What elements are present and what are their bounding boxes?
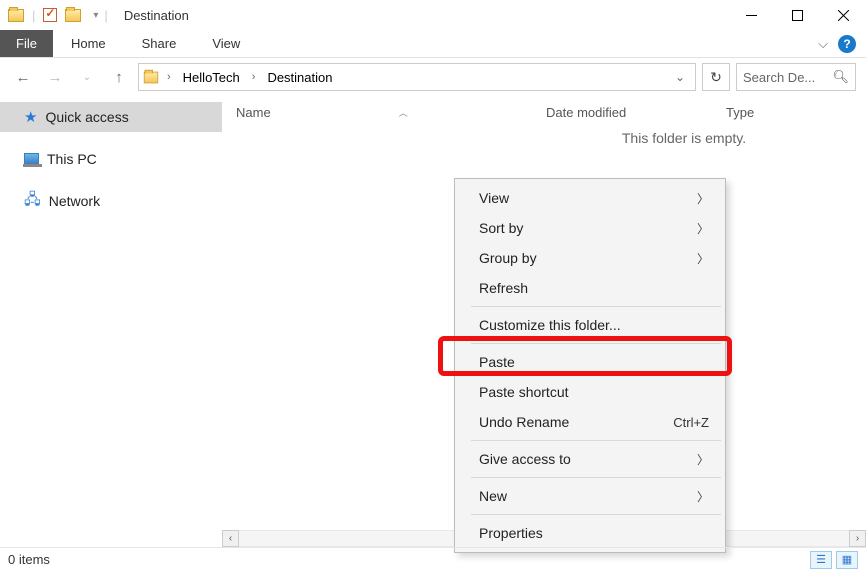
menu-item-properties[interactable]: Properties xyxy=(457,518,723,548)
sidebar-item-label: This PC xyxy=(47,151,97,167)
menu-item-sort-by[interactable]: Sort by 〉 xyxy=(457,213,723,243)
window-title: Destination xyxy=(124,8,189,23)
sidebar-item-label: Network xyxy=(49,193,100,209)
quick-access-toolbar: | ▾ xyxy=(8,8,98,23)
menu-label: Paste xyxy=(479,354,515,370)
menu-separator xyxy=(471,306,721,307)
search-placeholder: Search De... xyxy=(743,70,815,85)
submenu-arrow-icon: 〉 xyxy=(697,190,709,207)
breadcrumb[interactable]: Destination xyxy=(263,70,336,85)
help-icon[interactable]: ? xyxy=(838,35,856,53)
column-header-name[interactable]: Name ︿ xyxy=(236,105,546,120)
title-bar: | ▾ | Destination xyxy=(0,0,866,30)
qat-dropdown-icon[interactable]: ▾ xyxy=(93,10,98,21)
view-switcher: ☰ ▦ xyxy=(810,551,858,569)
ribbon: File Home Share View ⌵ ? xyxy=(0,30,866,58)
sidebar-item-label: Quick access xyxy=(45,109,128,125)
menu-item-group-by[interactable]: Group by 〉 xyxy=(457,243,723,273)
menu-item-new[interactable]: New 〉 xyxy=(457,481,723,511)
address-bar[interactable]: › HelloTech › Destination ⌄ xyxy=(138,63,696,91)
recent-locations-icon[interactable]: ⌄ xyxy=(74,64,100,90)
menu-label: Undo Rename xyxy=(479,414,569,430)
item-count: 0 items xyxy=(8,552,50,567)
menu-label: Paste shortcut xyxy=(479,384,569,400)
sidebar-item-network[interactable]: 🖧 Network xyxy=(0,186,222,216)
close-button[interactable] xyxy=(820,0,866,30)
divider: | xyxy=(104,8,107,23)
menu-separator xyxy=(471,514,721,515)
search-icon: 🔍︎ xyxy=(832,69,849,85)
breadcrumb[interactable]: HelloTech xyxy=(179,70,244,85)
ribbon-collapse-icon[interactable]: ⌵ xyxy=(818,36,828,52)
main-area: ★ Quick access This PC 🖧 Network Name ︿ … xyxy=(0,96,866,547)
status-bar: 0 items ☰ ▦ xyxy=(0,547,866,571)
menu-item-give-access[interactable]: Give access to 〉 xyxy=(457,444,723,474)
empty-folder-message: This folder is empty. xyxy=(222,128,866,146)
sidebar: ★ Quick access This PC 🖧 Network xyxy=(0,96,222,547)
menu-item-undo-rename[interactable]: Undo Rename Ctrl+Z xyxy=(457,407,723,437)
thumbnails-view-button[interactable]: ▦ xyxy=(836,551,858,569)
column-header-type[interactable]: Type xyxy=(726,105,806,120)
menu-separator xyxy=(471,343,721,344)
column-label: Name xyxy=(236,105,271,120)
folder-icon[interactable] xyxy=(8,9,24,22)
menu-item-view[interactable]: View 〉 xyxy=(457,183,723,213)
navigation-bar: ← → ⌄ ↑ › HelloTech › Destination ⌄ ↻ Se… xyxy=(0,58,866,96)
menu-label: Properties xyxy=(479,525,543,541)
scroll-right-icon[interactable]: › xyxy=(849,530,866,547)
menu-label: Refresh xyxy=(479,280,528,296)
sort-ascending-icon: ︿ xyxy=(399,106,408,119)
details-view-button[interactable]: ☰ xyxy=(810,551,832,569)
up-button[interactable]: ↑ xyxy=(106,64,132,90)
divider: | xyxy=(32,8,35,23)
back-button[interactable]: ← xyxy=(10,64,36,90)
submenu-arrow-icon: 〉 xyxy=(697,488,709,505)
tab-view[interactable]: View xyxy=(194,30,258,57)
menu-item-paste[interactable]: Paste xyxy=(457,347,723,377)
address-dropdown-icon[interactable]: ⌄ xyxy=(669,70,691,84)
star-icon: ★ xyxy=(24,108,37,126)
column-header-date[interactable]: Date modified xyxy=(546,105,726,120)
properties-qat-icon[interactable] xyxy=(43,8,57,22)
submenu-arrow-icon: 〉 xyxy=(697,250,709,267)
menu-shortcut: Ctrl+Z xyxy=(673,415,709,430)
submenu-arrow-icon: 〉 xyxy=(697,451,709,468)
tab-share[interactable]: Share xyxy=(124,30,195,57)
menu-separator xyxy=(471,440,721,441)
computer-icon xyxy=(24,153,39,165)
menu-item-refresh[interactable]: Refresh xyxy=(457,273,723,303)
search-input[interactable]: Search De... 🔍︎ xyxy=(736,63,856,91)
menu-label: New xyxy=(479,488,507,504)
file-tab[interactable]: File xyxy=(0,30,53,57)
menu-item-paste-shortcut[interactable]: Paste shortcut xyxy=(457,377,723,407)
menu-item-customize[interactable]: Customize this folder... xyxy=(457,310,723,340)
tab-home[interactable]: Home xyxy=(53,30,124,57)
forward-button[interactable]: → xyxy=(42,64,68,90)
context-menu: View 〉 Sort by 〉 Group by 〉 Refresh Cust… xyxy=(454,178,726,553)
network-icon: 🖧 xyxy=(24,189,41,214)
menu-label: Group by xyxy=(479,250,537,266)
column-headers: Name ︿ Date modified Type xyxy=(222,96,866,128)
menu-label: View xyxy=(479,190,509,206)
minimize-button[interactable] xyxy=(728,0,774,30)
menu-label: Give access to xyxy=(479,451,571,467)
menu-label: Sort by xyxy=(479,220,523,236)
sidebar-item-quick-access[interactable]: ★ Quick access xyxy=(0,102,222,132)
folder-icon xyxy=(144,71,158,83)
chevron-right-icon[interactable]: › xyxy=(248,71,260,83)
scroll-left-icon[interactable]: ‹ xyxy=(222,530,239,547)
chevron-right-icon[interactable]: › xyxy=(163,71,175,83)
refresh-button[interactable]: ↻ xyxy=(702,63,730,91)
window-controls xyxy=(728,0,866,30)
menu-label: Customize this folder... xyxy=(479,317,621,333)
new-folder-qat-icon[interactable] xyxy=(65,9,81,22)
menu-separator xyxy=(471,477,721,478)
maximize-button[interactable] xyxy=(774,0,820,30)
submenu-arrow-icon: 〉 xyxy=(697,220,709,237)
sidebar-item-this-pc[interactable]: This PC xyxy=(0,144,222,174)
